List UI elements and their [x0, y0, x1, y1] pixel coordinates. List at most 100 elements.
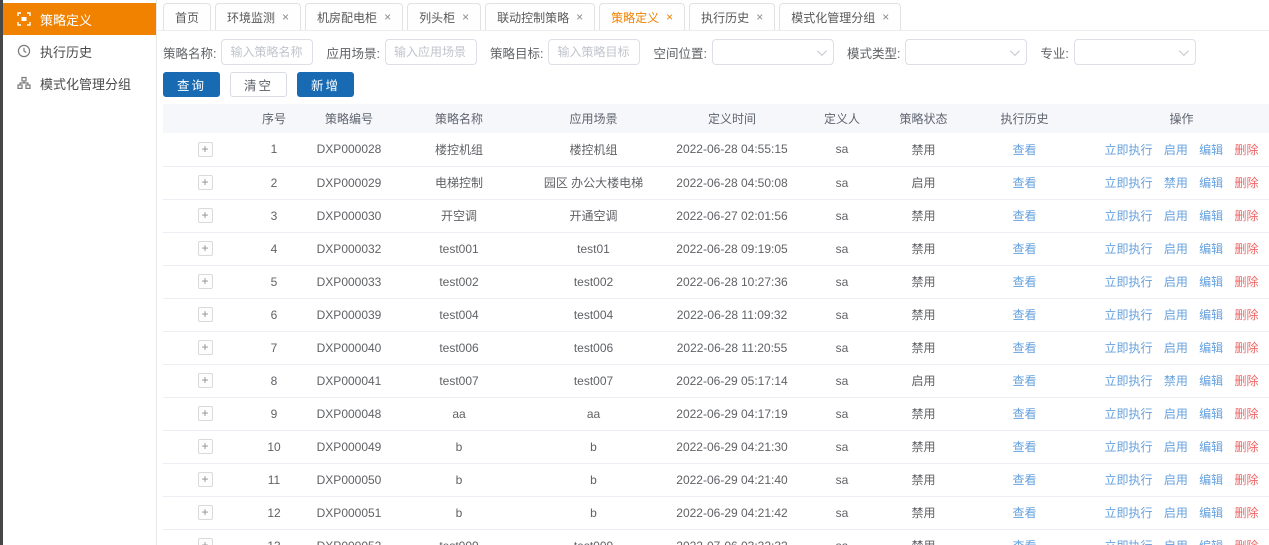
delete-link[interactable]: 删除 — [1235, 242, 1259, 256]
expand-row-button[interactable]: + — [198, 307, 213, 322]
expand-row-button[interactable]: + — [198, 274, 213, 289]
view-history-link[interactable]: 查看 — [1012, 308, 1036, 322]
tab-close-icon[interactable]: × — [666, 11, 673, 23]
space-location-select[interactable] — [712, 39, 834, 65]
view-history-link[interactable]: 查看 — [1012, 539, 1036, 545]
delete-link[interactable]: 删除 — [1235, 440, 1259, 454]
tab-联动控制策略[interactable]: 联动控制策略 × — [485, 3, 595, 30]
delete-link[interactable]: 删除 — [1235, 176, 1259, 190]
expand-row-button[interactable]: + — [198, 505, 213, 520]
edit-link[interactable]: 编辑 — [1199, 143, 1223, 157]
tab-环境监测[interactable]: 环境监测 × — [215, 3, 301, 30]
edit-link[interactable]: 编辑 — [1199, 539, 1223, 545]
toggle-enable-link[interactable]: 启用 — [1164, 407, 1188, 421]
view-history-link[interactable]: 查看 — [1012, 407, 1036, 421]
edit-link[interactable]: 编辑 — [1199, 506, 1223, 520]
view-history-link[interactable]: 查看 — [1012, 143, 1036, 157]
delete-link[interactable]: 删除 — [1235, 341, 1259, 355]
execute-now-link[interactable]: 立即执行 — [1104, 209, 1152, 223]
policy-target-input[interactable] — [548, 39, 640, 65]
edit-link[interactable]: 编辑 — [1199, 440, 1223, 454]
edit-link[interactable]: 编辑 — [1199, 308, 1223, 322]
policy-name-input[interactable] — [221, 39, 313, 65]
sidebar-item-pattern-management-group[interactable]: 模式化管理分组 — [3, 67, 156, 99]
tab-close-icon[interactable]: × — [756, 11, 763, 23]
edit-link[interactable]: 编辑 — [1199, 374, 1223, 388]
mode-type-select[interactable] — [905, 39, 1027, 65]
expand-row-button[interactable]: + — [198, 340, 213, 355]
view-history-link[interactable]: 查看 — [1012, 374, 1036, 388]
delete-link[interactable]: 删除 — [1235, 374, 1259, 388]
sidebar-item-execution-history[interactable]: 执行历史 — [3, 35, 156, 67]
delete-link[interactable]: 删除 — [1235, 539, 1259, 545]
delete-link[interactable]: 删除 — [1235, 506, 1259, 520]
execute-now-link[interactable]: 立即执行 — [1104, 143, 1152, 157]
view-history-link[interactable]: 查看 — [1012, 176, 1036, 190]
execute-now-link[interactable]: 立即执行 — [1104, 176, 1152, 190]
edit-link[interactable]: 编辑 — [1199, 176, 1223, 190]
clear-button[interactable]: 清空 — [230, 72, 287, 97]
delete-link[interactable]: 删除 — [1235, 209, 1259, 223]
tab-策略定义[interactable]: 策略定义 × — [599, 3, 685, 30]
execute-now-link[interactable]: 立即执行 — [1104, 308, 1152, 322]
edit-link[interactable]: 编辑 — [1199, 242, 1223, 256]
view-history-link[interactable]: 查看 — [1012, 209, 1036, 223]
expand-row-button[interactable]: + — [198, 373, 213, 388]
toggle-enable-link[interactable]: 禁用 — [1164, 176, 1188, 190]
execute-now-link[interactable]: 立即执行 — [1104, 407, 1152, 421]
tab-close-icon[interactable]: × — [462, 11, 469, 23]
delete-link[interactable]: 删除 — [1235, 407, 1259, 421]
edit-link[interactable]: 编辑 — [1199, 341, 1223, 355]
expand-row-button[interactable]: + — [198, 439, 213, 454]
tab-close-icon[interactable]: × — [882, 11, 889, 23]
sidebar-item-policy-definition[interactable]: 策略定义 — [3, 3, 156, 35]
view-history-link[interactable]: 查看 — [1012, 275, 1036, 289]
specialty-select[interactable] — [1074, 39, 1196, 65]
execute-now-link[interactable]: 立即执行 — [1104, 506, 1152, 520]
tab-机房配电柜[interactable]: 机房配电柜 × — [305, 3, 403, 30]
tab-close-icon[interactable]: × — [282, 11, 289, 23]
edit-link[interactable]: 编辑 — [1199, 407, 1223, 421]
delete-link[interactable]: 删除 — [1235, 308, 1259, 322]
execute-now-link[interactable]: 立即执行 — [1104, 374, 1152, 388]
view-history-link[interactable]: 查看 — [1012, 242, 1036, 256]
execute-now-link[interactable]: 立即执行 — [1104, 473, 1152, 487]
toggle-enable-link[interactable]: 启用 — [1164, 506, 1188, 520]
execute-now-link[interactable]: 立即执行 — [1104, 242, 1152, 256]
tab-列头柜[interactable]: 列头柜 × — [407, 3, 481, 30]
tab-close-icon[interactable]: × — [384, 11, 391, 23]
tab-执行历史[interactable]: 执行历史 × — [689, 3, 775, 30]
toggle-enable-link[interactable]: 启用 — [1164, 242, 1188, 256]
expand-row-button[interactable]: + — [198, 472, 213, 487]
expand-row-button[interactable]: + — [198, 241, 213, 256]
tab-close-icon[interactable]: × — [576, 11, 583, 23]
view-history-link[interactable]: 查看 — [1012, 473, 1036, 487]
toggle-enable-link[interactable]: 启用 — [1164, 473, 1188, 487]
execute-now-link[interactable]: 立即执行 — [1104, 440, 1152, 454]
toggle-enable-link[interactable]: 启用 — [1164, 341, 1188, 355]
delete-link[interactable]: 删除 — [1235, 275, 1259, 289]
expand-row-button[interactable]: + — [198, 175, 213, 190]
query-button[interactable]: 查询 — [163, 72, 220, 97]
application-scene-input[interactable] — [385, 39, 477, 65]
toggle-enable-link[interactable]: 启用 — [1164, 275, 1188, 289]
toggle-enable-link[interactable]: 禁用 — [1164, 374, 1188, 388]
add-button[interactable]: 新增 — [297, 72, 354, 97]
expand-row-button[interactable]: + — [198, 208, 213, 223]
tab-首页[interactable]: 首页 × — [163, 3, 211, 30]
toggle-enable-link[interactable]: 启用 — [1164, 539, 1188, 545]
edit-link[interactable]: 编辑 — [1199, 275, 1223, 289]
edit-link[interactable]: 编辑 — [1199, 209, 1223, 223]
delete-link[interactable]: 删除 — [1235, 143, 1259, 157]
view-history-link[interactable]: 查看 — [1012, 341, 1036, 355]
execute-now-link[interactable]: 立即执行 — [1104, 539, 1152, 545]
view-history-link[interactable]: 查看 — [1012, 506, 1036, 520]
execute-now-link[interactable]: 立即执行 — [1104, 341, 1152, 355]
expand-row-button[interactable]: + — [198, 142, 213, 157]
expand-row-button[interactable]: + — [198, 538, 213, 545]
toggle-enable-link[interactable]: 启用 — [1164, 209, 1188, 223]
execute-now-link[interactable]: 立即执行 — [1104, 275, 1152, 289]
toggle-enable-link[interactable]: 启用 — [1164, 143, 1188, 157]
tab-模式化管理分组[interactable]: 模式化管理分组 × — [779, 3, 901, 30]
toggle-enable-link[interactable]: 启用 — [1164, 308, 1188, 322]
